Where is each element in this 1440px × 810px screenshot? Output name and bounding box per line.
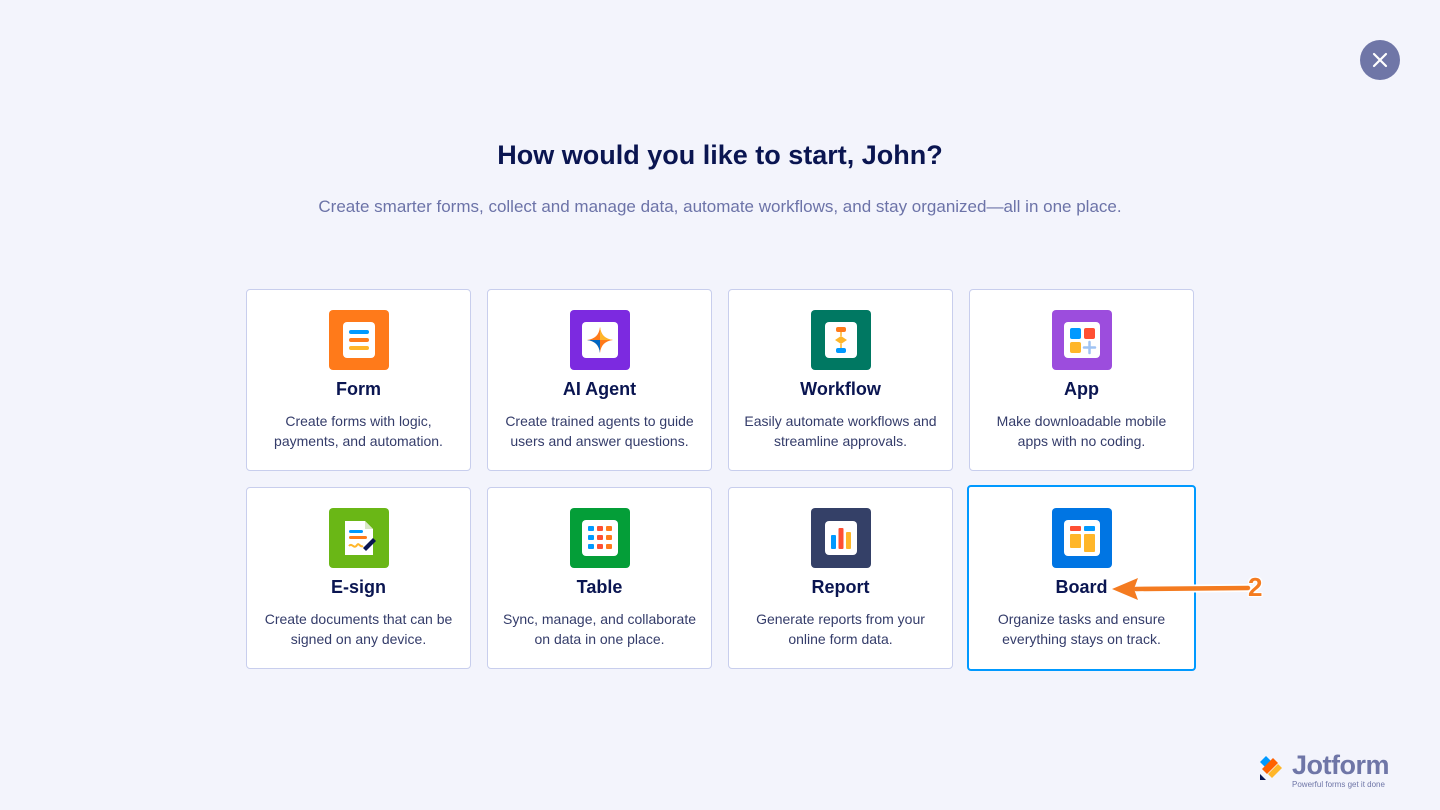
esign-icon (329, 508, 389, 568)
card-description: Create documents that can be signed on a… (259, 609, 458, 649)
card-description: Sync, manage, and collaborate on data in… (500, 609, 699, 649)
close-icon (1372, 52, 1388, 68)
card-description: Easily automate workflows and streamline… (741, 411, 940, 451)
jotform-logo-icon (1260, 756, 1282, 780)
card-description-line: Easily automate workflows and (744, 413, 937, 429)
app-icon (1052, 310, 1112, 370)
card-description-line: Organize tasks and ensure (997, 611, 1166, 627)
form-icon (329, 310, 389, 370)
card-title: App (1064, 379, 1099, 399)
card-description-line: apps with no coding. (1017, 433, 1146, 449)
card-title: E-sign (330, 577, 386, 597)
card-esign[interactable]: E-sign Create documents that can be sign… (246, 487, 471, 669)
workflow-icon (811, 310, 871, 370)
page-subtitle: Create smarter forms, collect and manage… (318, 197, 1122, 216)
card-workflow[interactable]: Workflow Easily automate workflows and s… (728, 289, 953, 471)
card-description: Create trained agents to guide users and… (500, 411, 699, 451)
card-description-line: Create forms with logic, (285, 413, 432, 429)
card-report[interactable]: Report Generate reports from your online… (728, 487, 953, 669)
brand-tagline: Powerful forms get it done (1292, 780, 1385, 789)
card-app[interactable]: App Make downloadable mobile apps with n… (969, 289, 1194, 471)
card-form[interactable]: Form Create forms with logic, payments, … (246, 289, 471, 471)
card-description-line: Sync, manage, and collaborate (502, 611, 696, 627)
card-description-line: Create trained agents to guide (505, 413, 694, 429)
card-description: Create forms with logic, payments, and a… (259, 411, 458, 451)
card-description-line: signed on any device. (290, 631, 427, 647)
card-description-line: payments, and automation. (274, 433, 443, 449)
annotation-step-number: 2 (1248, 572, 1263, 602)
card-title: Workflow (800, 379, 881, 399)
card-description-line: Generate reports from your (756, 611, 925, 627)
card-description-line: Make downloadable mobile (996, 413, 1167, 429)
ai-agent-icon (570, 310, 630, 370)
card-ai-agent[interactable]: AI Agent Create trained agents to guide … (487, 289, 712, 471)
card-title: Table (576, 577, 623, 597)
card-title: Form (336, 379, 381, 399)
card-description: Make downloadable mobile apps with no co… (982, 411, 1181, 451)
card-description-line: on data in one place. (534, 631, 665, 647)
card-title: Report (811, 577, 870, 597)
brand-name: Jotform (1292, 750, 1390, 780)
board-icon (1052, 508, 1112, 568)
report-icon (811, 508, 871, 568)
page-title: How would you like to start, John? (497, 140, 943, 170)
card-table[interactable]: Table Sync, manage, and collaborate on d… (487, 487, 712, 669)
card-title: AI Agent (562, 379, 637, 399)
card-description-line: everything stays on track. (1002, 631, 1161, 647)
card-description-line: Create documents that can be (264, 611, 453, 627)
card-description-line: streamline approvals. (773, 433, 908, 449)
card-description-line: online form data. (788, 631, 893, 647)
card-description: Organize tasks and ensure everything sta… (981, 609, 1182, 649)
card-description: Generate reports from your online form d… (741, 609, 940, 649)
card-description-line: users and answer questions. (510, 433, 689, 449)
table-icon (570, 508, 630, 568)
brand-logo: Jotform Powerful forms get it done (1256, 750, 1416, 792)
close-button[interactable] (1360, 40, 1400, 80)
